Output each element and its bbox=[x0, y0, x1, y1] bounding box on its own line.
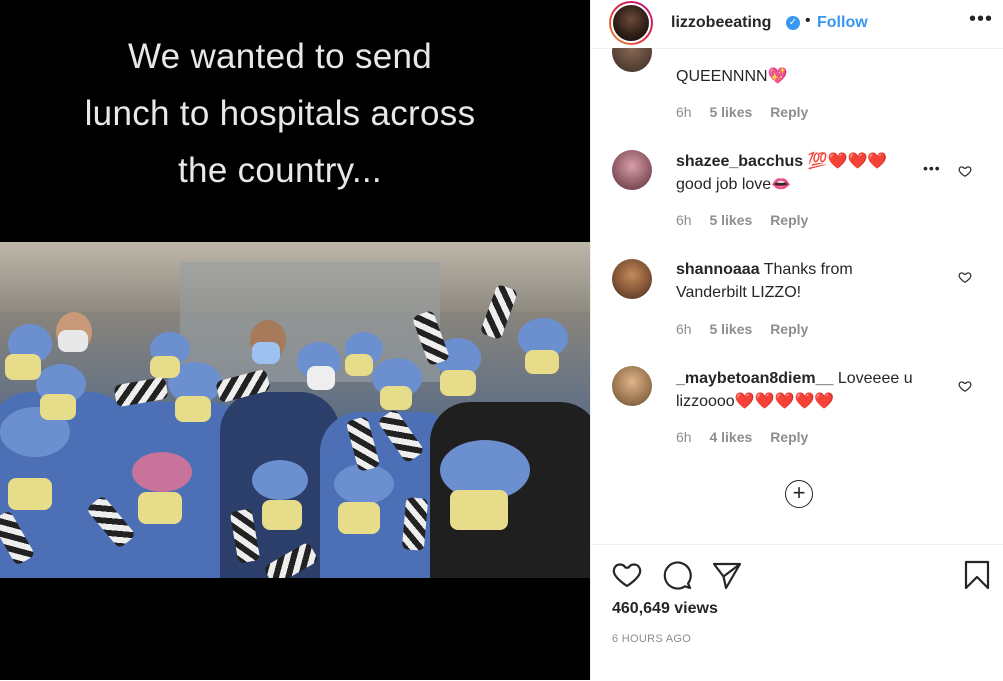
commenter-avatar[interactable] bbox=[612, 259, 652, 299]
comment-meta: 6h 4 likes Reply bbox=[676, 429, 822, 445]
post-modal: We wanted to send lunch to hospitals acr… bbox=[0, 0, 1003, 680]
more-options-icon[interactable]: ••• bbox=[969, 8, 993, 31]
author-username[interactable]: lizzobeeating bbox=[671, 14, 771, 32]
commenter-username[interactable]: _maybetoan8diem__ bbox=[676, 370, 833, 387]
post-video[interactable]: We wanted to send lunch to hospitals acr… bbox=[0, 0, 590, 680]
commenter-avatar[interactable] bbox=[612, 48, 652, 72]
group-photo bbox=[0, 242, 590, 578]
commenter-avatar[interactable] bbox=[612, 150, 652, 190]
comment-options-icon[interactable]: ••• bbox=[923, 160, 941, 176]
reply-button[interactable]: Reply bbox=[770, 321, 808, 337]
caption-line-2: lunch to hospitals across bbox=[84, 94, 476, 133]
comment-age[interactable]: 6h bbox=[676, 321, 692, 337]
comment-likes[interactable]: 5 likes bbox=[709, 104, 752, 120]
comment-likes[interactable]: 5 likes bbox=[709, 321, 752, 337]
post-sidebar: lizzobeeating ✓ • Follow ••• QUEENNNN💖 6… bbox=[590, 0, 1003, 680]
view-count[interactable]: 460,649 views bbox=[612, 600, 718, 618]
video-caption: We wanted to send lunch to hospitals acr… bbox=[0, 28, 560, 199]
separator-dot: • bbox=[805, 12, 811, 29]
share-icon[interactable] bbox=[711, 559, 743, 591]
like-comment-icon[interactable] bbox=[958, 379, 972, 393]
commenter-avatar[interactable] bbox=[612, 366, 652, 406]
like-icon[interactable] bbox=[611, 559, 643, 591]
commenter-username[interactable]: shazee_bacchus bbox=[676, 153, 803, 170]
author-avatar[interactable] bbox=[609, 1, 653, 45]
comment-icon[interactable] bbox=[661, 559, 693, 591]
comment-meta: 6h 5 likes Reply bbox=[676, 321, 822, 337]
follow-button[interactable]: Follow bbox=[817, 14, 868, 32]
post-actions: 460,649 views 6 HOURS AGO bbox=[591, 544, 1003, 681]
comment-age[interactable]: 6h bbox=[676, 212, 692, 228]
comment-likes[interactable]: 4 likes bbox=[709, 429, 752, 445]
reply-button[interactable]: Reply bbox=[770, 429, 808, 445]
comment-age[interactable]: 6h bbox=[676, 104, 692, 120]
like-comment-icon[interactable] bbox=[958, 164, 972, 178]
post-timestamp[interactable]: 6 HOURS AGO bbox=[612, 633, 691, 645]
comment-likes[interactable]: 5 likes bbox=[709, 212, 752, 228]
commenter-username[interactable]: shannoaaa bbox=[676, 261, 760, 278]
save-bookmark-icon[interactable] bbox=[961, 559, 993, 591]
load-more-comments-icon[interactable]: + bbox=[785, 480, 813, 508]
like-comment-icon[interactable] bbox=[958, 270, 972, 284]
comment-meta: 6h 5 likes Reply bbox=[676, 212, 822, 228]
caption-line-3: the country... bbox=[178, 151, 382, 190]
comment-age[interactable]: 6h bbox=[676, 429, 692, 445]
reply-button[interactable]: Reply bbox=[770, 104, 808, 120]
post-header: lizzobeeating ✓ • Follow ••• bbox=[591, 0, 1003, 49]
reply-button[interactable]: Reply bbox=[770, 212, 808, 228]
verified-badge-icon: ✓ bbox=[786, 16, 800, 30]
caption-line-1: We wanted to send bbox=[127, 37, 433, 76]
comment-text: QUEENNNN💖 bbox=[676, 68, 788, 85]
comment-meta: 6h 5 likes Reply bbox=[676, 104, 822, 120]
comments-list[interactable]: QUEENNNN💖 6h 5 likes Reply shazee_bacchu… bbox=[591, 48, 1003, 544]
